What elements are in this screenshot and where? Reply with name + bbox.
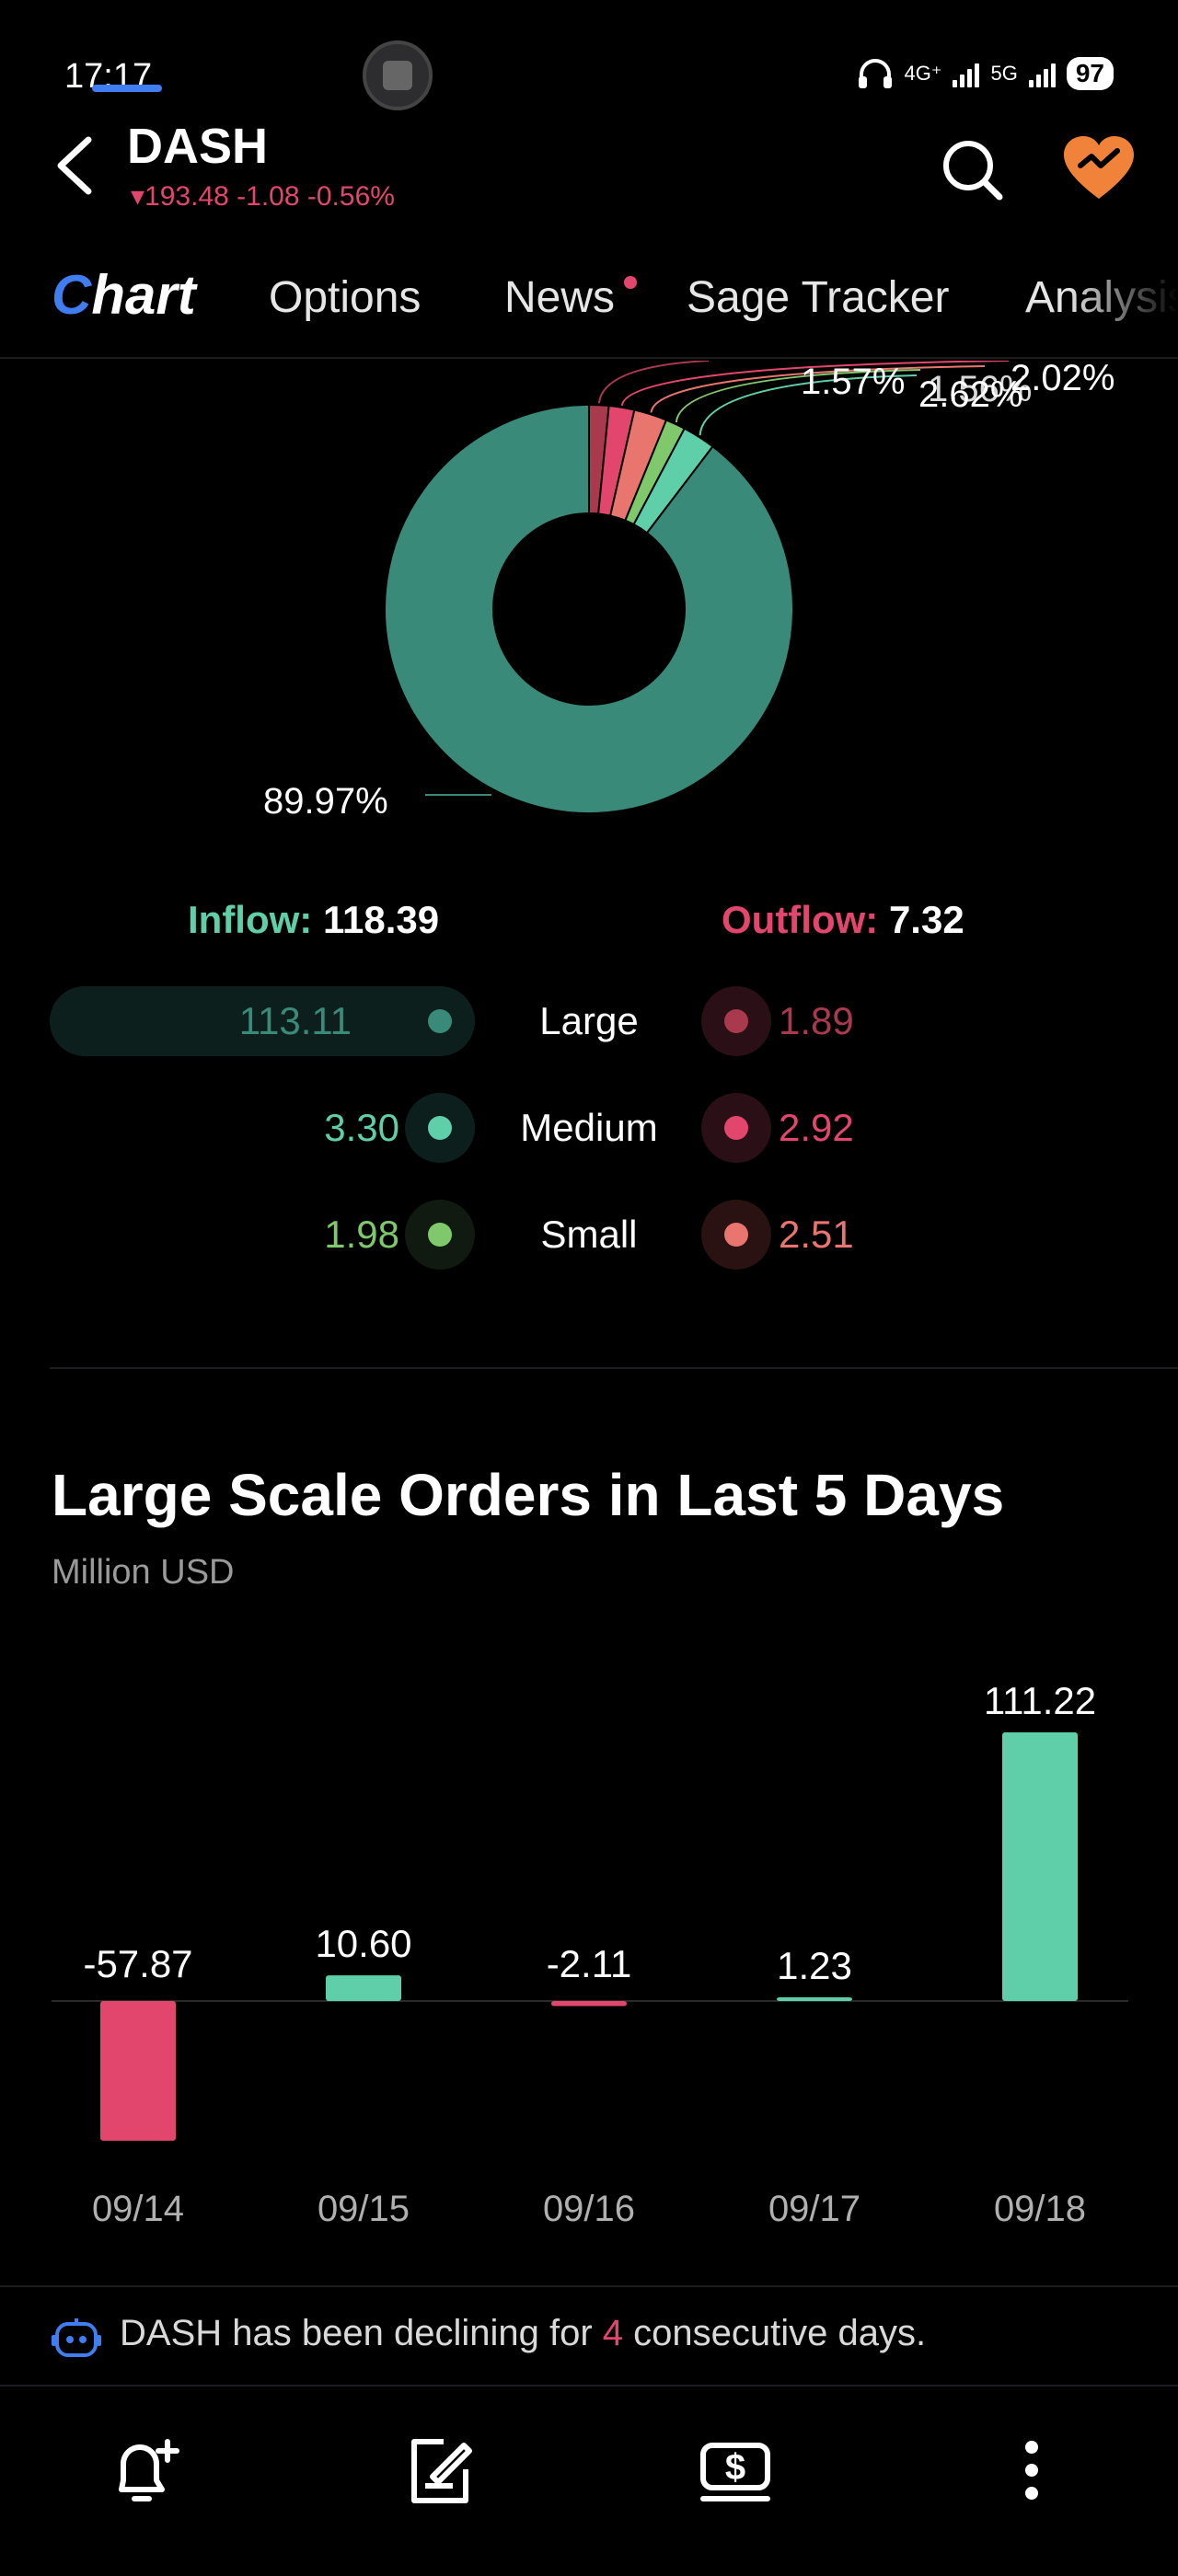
tab-bar: Chart Options News Sage Tracker Analysis	[0, 264, 1178, 359]
price-quote: ▾193.48 -1.08 -0.56%	[131, 180, 395, 213]
donut-segment-5	[384, 403, 794, 814]
large-inflow-value: 113.11	[238, 999, 352, 1042]
bar-09-15	[326, 1975, 401, 2001]
ticker-symbol: DASH	[127, 119, 269, 174]
large-orders-bar-chart: -57.87 09/14 10.60 09/15 -2.11 09/16 1.23 09/17…	[52, 1679, 1128, 2229]
camera-cutout	[363, 40, 433, 110]
x-tick-label: 09/18	[994, 2189, 1086, 2229]
bar-09-17	[777, 1997, 852, 2001]
small-inflow-dot	[405, 1200, 475, 1270]
network-4g-label: 4G⁺	[904, 62, 942, 85]
donut-label-2-62: 2.62%	[918, 374, 1022, 415]
news-unread-dot	[624, 276, 637, 289]
outflow-value: 7.32	[888, 898, 964, 941]
donut-leader-0	[597, 361, 710, 404]
small-label: Small	[540, 1213, 638, 1256]
active-tab-indicator	[92, 85, 162, 92]
svg-text:$: $	[725, 2447, 745, 2488]
bar-value-label: -2.11	[547, 1942, 632, 1985]
add-alert-button[interactable]	[105, 2429, 188, 2512]
donut-label-1-57: 1.57%	[801, 362, 905, 402]
headphones-icon	[858, 59, 892, 88]
more-vertical-button[interactable]	[990, 2429, 1073, 2512]
tab-chart[interactable]: Chart	[52, 263, 196, 327]
x-tick-label: 09/16	[543, 2189, 635, 2229]
tab-chart-lead: C	[52, 264, 92, 326]
bar-09-16	[551, 2001, 627, 2007]
bar-value-label: -57.87	[83, 1942, 192, 1985]
large-inflow-dot	[405, 986, 475, 1056]
search-button[interactable]	[937, 134, 1007, 204]
inflow-summary: Inflow: 118.39	[188, 898, 439, 942]
medium-outflow-value: 2.92	[779, 1106, 854, 1149]
notice-text-after: consecutive days.	[623, 2313, 927, 2353]
section-divider	[50, 1367, 1178, 1369]
down-arrow-icon: ▾	[131, 181, 145, 212]
small-outflow-value: 2.51	[779, 1213, 854, 1256]
donut-label-2-02: 2.02%	[1011, 361, 1114, 398]
status-icons: 4G⁺ 5G 97	[857, 57, 1114, 90]
tabs-fade-overlay	[1068, 276, 1178, 350]
battery-level: 97	[1066, 57, 1114, 90]
section-title: Large Scale Orders in Last 5 Days	[52, 1462, 1005, 1528]
tab-options[interactable]: Options	[269, 272, 421, 323]
notice-text-before: DASH has been declining for	[120, 2313, 603, 2353]
tab-sage-tracker[interactable]: Sage Tracker	[687, 272, 949, 323]
outflow-summary: Outflow: 7.32	[722, 898, 964, 942]
small-inflow-value: 1.98	[324, 1213, 399, 1256]
fund-flow-donut: 1.56% 2.02% 1.57% 2.62% 89.97%	[263, 361, 1114, 822]
donut-label-89-97: 89.97%	[263, 781, 388, 822]
tab-chart-rest: hart	[91, 264, 196, 326]
network-5g-label: 5G	[990, 62, 1018, 85]
robot-icon	[52, 2318, 101, 2357]
x-tick-label: 09/14	[92, 2189, 184, 2229]
trade-button[interactable]: $	[694, 2429, 777, 2512]
bar-value-label: 10.60	[315, 1922, 411, 1965]
small-outflow-dot	[701, 1200, 771, 1270]
medium-inflow-dot	[405, 1093, 475, 1163]
tab-news[interactable]: News	[504, 272, 615, 323]
back-button[interactable]	[48, 129, 103, 202]
large-outflow-value: 1.89	[779, 999, 854, 1042]
x-tick-label: 09/17	[768, 2189, 860, 2229]
flow-row-small: 1.98 Small 2.51	[0, 1200, 1178, 1270]
signal-2-icon	[1028, 60, 1056, 87]
flow-row-medium: 3.30 Medium 2.92	[0, 1093, 1178, 1163]
bar-value-label: 1.23	[777, 1944, 852, 1987]
inflow-value: 118.39	[322, 898, 440, 941]
favorite-heart-button[interactable]	[1060, 134, 1138, 204]
bar-09-14	[100, 2001, 176, 2141]
bar-value-label: 111.22	[984, 1679, 1096, 1722]
price-quote-value: 193.48 -1.08 -0.56%	[144, 181, 395, 212]
section-subtitle: Million USD	[52, 1553, 235, 1592]
medium-outflow-dot	[701, 1093, 771, 1163]
flow-row-large: 113.11 Large 1.89	[0, 986, 1178, 1056]
edit-note-button[interactable]	[399, 2429, 482, 2512]
signal-1-icon	[953, 60, 980, 87]
trend-notice[interactable]: DASH has been declining for 4 consecutiv…	[0, 2285, 1178, 2386]
notice-count: 4	[602, 2313, 623, 2353]
medium-inflow-value: 3.30	[324, 1106, 399, 1149]
medium-label: Medium	[520, 1106, 658, 1149]
x-tick-label: 09/15	[318, 2189, 410, 2229]
inflow-label: Inflow:	[188, 898, 313, 941]
bar-09-18	[1002, 1732, 1078, 2001]
large-outflow-dot	[701, 986, 771, 1056]
outflow-label: Outflow:	[722, 898, 879, 941]
notice-text: DASH has been declining for 4 consecutiv…	[120, 2313, 926, 2354]
large-label: Large	[539, 999, 639, 1042]
